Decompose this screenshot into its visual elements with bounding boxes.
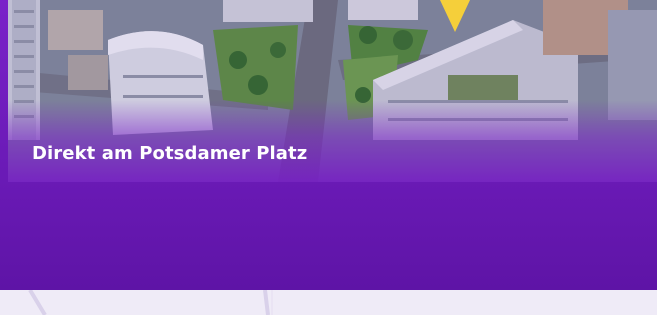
hero-section: Direkt am Potsdamer Platz — [0, 0, 657, 290]
hero-headline: Direkt am Potsdamer Platz — [32, 143, 308, 164]
section-background-strip — [0, 290, 657, 315]
map-pin-icon — [438, 0, 472, 34]
